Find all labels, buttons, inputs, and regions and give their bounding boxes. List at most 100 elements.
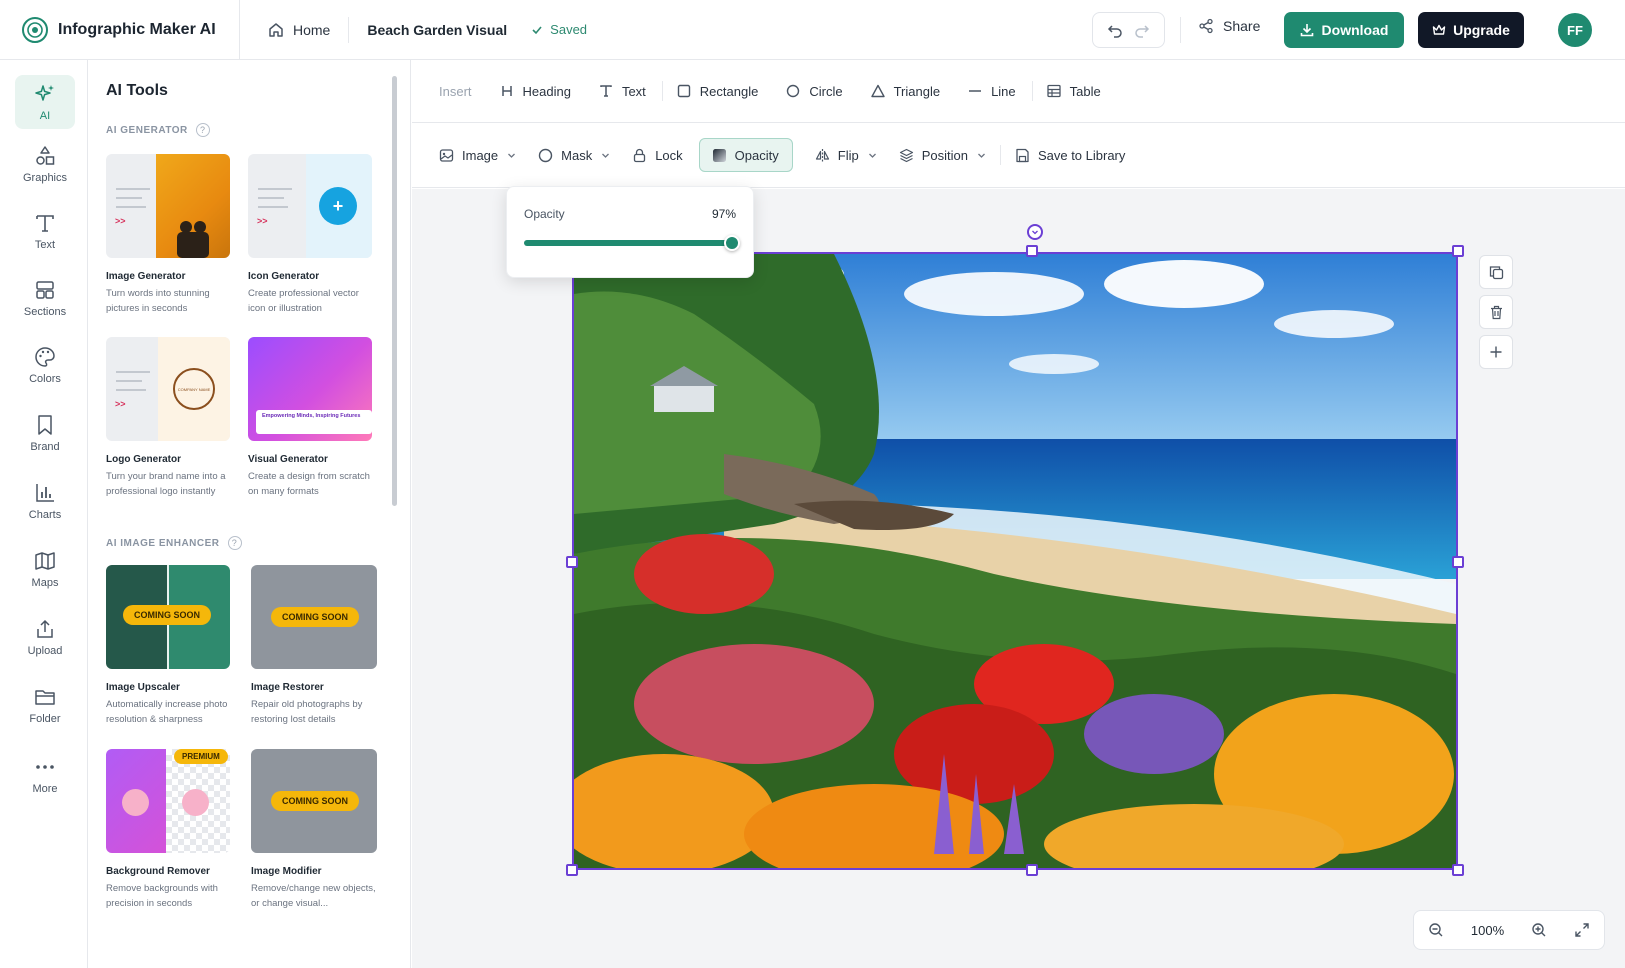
insert-table-button[interactable]: Table (1046, 83, 1101, 99)
image-modifier-thumbnail: COMING SOON (251, 749, 377, 853)
background-remover-card[interactable]: PREMIUM Background Remover Remove backgr… (106, 749, 232, 911)
rail-item-upload[interactable]: Upload (15, 610, 75, 664)
resize-handle-left[interactable] (566, 556, 578, 568)
company-logo-badge: COMPANY NAME (173, 368, 215, 410)
check-icon (532, 25, 542, 34)
resize-handle-right[interactable] (1452, 556, 1464, 568)
zoom-in-icon[interactable] (1531, 922, 1547, 938)
brand[interactable]: Infographic Maker AI (0, 0, 240, 60)
plus-icon (1490, 346, 1502, 358)
rail-label: Sections (23, 305, 67, 318)
rail-item-maps[interactable]: Maps (15, 542, 75, 596)
rail-item-sections[interactable]: Sections (15, 271, 75, 325)
image-generator-card[interactable]: >> Image Generator Turn words into stunn… (106, 154, 232, 316)
heading-icon (501, 86, 512, 96)
add-button[interactable] (1479, 335, 1513, 369)
chevron-down-icon (508, 153, 516, 158)
rail-label: Colors (29, 372, 61, 385)
tool-label: Table (1069, 83, 1101, 99)
logo-generator-thumbnail: >> COMPANY NAME (106, 337, 230, 441)
lock-button[interactable]: Lock (632, 138, 683, 172)
resize-handle-top-right[interactable] (1452, 245, 1464, 257)
section-label-text: AI GENERATOR (106, 124, 188, 136)
circle-icon (787, 84, 800, 98)
rail-item-more[interactable]: More (15, 748, 75, 802)
logo-generator-card[interactable]: >> COMPANY NAME Logo Generator Turn your… (106, 337, 232, 499)
card-description: Remove/change new objects, or change vis… (251, 883, 376, 909)
insert-line-button[interactable]: Line (968, 84, 1016, 99)
insert-toolbar: Insert Heading Text Rectangle Circle Tri… (412, 60, 1625, 123)
rail-item-graphics[interactable]: Graphics (15, 137, 75, 191)
insert-heading-button[interactable]: Heading (500, 84, 571, 99)
text-icon (600, 85, 612, 97)
arrows-glyph: >> (257, 216, 268, 226)
folder-icon (35, 689, 55, 705)
download-button[interactable]: Download (1284, 12, 1404, 48)
mask-dropdown[interactable]: Mask (538, 138, 610, 172)
duplicate-button[interactable] (1479, 255, 1513, 289)
image-upscaler-card[interactable]: COMING SOON Image Upscaler Automatically… (106, 565, 232, 727)
rail-item-text[interactable]: Text (15, 204, 75, 258)
coming-soon-badge: COMING SOON (271, 791, 360, 811)
image-restorer-thumbnail: COMING SOON (251, 565, 377, 669)
insert-triangle-button[interactable]: Triangle (870, 84, 940, 99)
undo-icon[interactable] (1107, 22, 1123, 38)
image-restorer-card[interactable]: COMING SOON Image Restorer Repair old ph… (251, 565, 377, 727)
rotate-handle[interactable] (1027, 224, 1043, 240)
position-dropdown[interactable]: Position (899, 138, 986, 172)
help-icon[interactable]: ? (227, 536, 242, 550)
delete-button[interactable] (1479, 295, 1513, 329)
divider (1031, 81, 1033, 101)
opacity-slider-knob[interactable] (724, 235, 740, 251)
fullscreen-icon[interactable] (1574, 922, 1590, 938)
image-dropdown[interactable]: Image (439, 138, 516, 172)
insert-rectangle-button[interactable]: Rectangle (677, 84, 758, 99)
subject-circle (182, 789, 209, 816)
flip-dropdown[interactable]: Flip (815, 138, 877, 172)
rectangle-icon (677, 84, 690, 98)
image-icon (439, 148, 454, 162)
share-button[interactable]: Share (1198, 18, 1260, 34)
zoom-out-icon[interactable] (1428, 922, 1444, 938)
resize-handle-top[interactable] (1026, 245, 1038, 257)
panel-scrollbar[interactable] (392, 76, 397, 506)
arrows-glyph: >> (115, 216, 126, 226)
premium-badge: PREMIUM (174, 749, 228, 764)
chevron-down-icon (977, 153, 985, 158)
help-icon[interactable]: ? (195, 123, 210, 137)
rail-item-charts[interactable]: Charts (15, 474, 75, 528)
insert-text-button[interactable]: Text (599, 84, 646, 99)
home-icon (269, 22, 283, 37)
upgrade-button[interactable]: Upgrade (1418, 12, 1524, 48)
resize-handle-bottom[interactable] (1026, 864, 1038, 876)
opacity-slider-fill (524, 240, 732, 246)
rail-item-ai[interactable]: AI (15, 75, 75, 129)
insert-circle-button[interactable]: Circle (786, 84, 843, 99)
rail-label: Charts (28, 508, 62, 521)
divider (1180, 17, 1181, 43)
ai-tools-panel: AI Tools AI GENERATOR ? >> Image Generat… (88, 60, 411, 968)
rail-item-folder[interactable]: Folder (15, 678, 75, 732)
image-modifier-card[interactable]: COMING SOON Image Modifier Remove/change… (251, 749, 377, 911)
save-icon (1016, 148, 1029, 162)
lock-icon (634, 148, 646, 162)
rail-item-brand[interactable]: Brand (15, 406, 75, 460)
rail-item-colors[interactable]: Colors (15, 338, 75, 392)
chevron-down-icon (602, 153, 610, 158)
visual-generator-card[interactable]: Empowering Minds, Inspiring Futures Visu… (248, 337, 374, 499)
resize-handle-bottom-right[interactable] (1452, 864, 1464, 876)
save-to-library-button[interactable]: Save to Library (1015, 138, 1125, 172)
opacity-slider[interactable] (524, 235, 740, 251)
map-icon (35, 551, 55, 570)
chart-icon (36, 483, 54, 502)
opacity-button[interactable]: Opacity (698, 138, 793, 172)
home-link[interactable]: Home (268, 22, 330, 38)
redo-icon[interactable] (1134, 22, 1150, 38)
document-title[interactable]: Beach Garden Visual (367, 22, 507, 38)
icon-generator-card[interactable]: >> + Icon Generator Create professional … (248, 154, 374, 316)
beach-garden-image[interactable] (572, 252, 1458, 870)
opacity-value: 97% (711, 207, 736, 221)
triangle-icon (870, 84, 885, 98)
resize-handle-bottom-left[interactable] (566, 864, 578, 876)
avatar[interactable]: FF (1558, 13, 1592, 47)
